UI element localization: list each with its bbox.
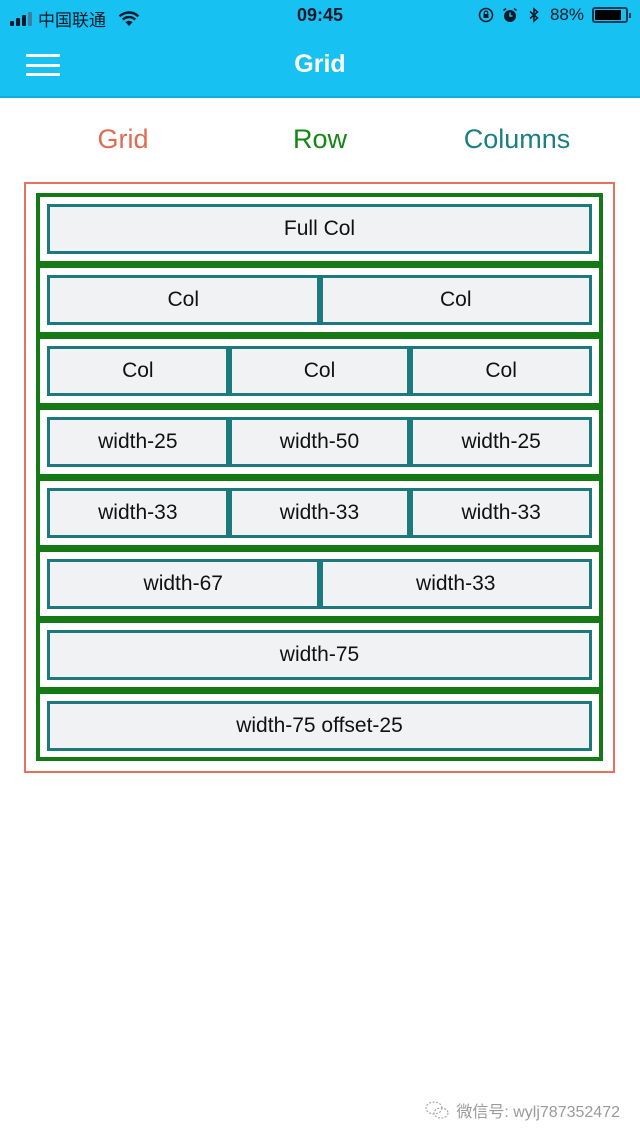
legend-grid: Grid <box>97 124 149 154</box>
navbar: Grid <box>0 34 640 96</box>
legend: Grid Row Columns <box>0 124 640 164</box>
orientation-lock-icon <box>478 7 494 23</box>
grid-column: Full Col <box>47 204 592 254</box>
grid-column: width-50 <box>228 417 411 467</box>
grid-column: width-33 <box>319 559 592 609</box>
grid-column: Col <box>228 346 411 396</box>
battery-level <box>595 10 622 20</box>
status-bar: 中国联通 09:45 88% <box>0 0 640 34</box>
grid-container: Full Col Col Col Col Col Col width-25 wi… <box>24 182 615 773</box>
grid-column: width-67 <box>47 559 320 609</box>
grid-column: width-33 <box>228 488 411 538</box>
grid-column: width-75 offset-25 <box>47 701 592 751</box>
grid-column: width-33 <box>410 488 592 538</box>
grid-column: Col <box>47 346 229 396</box>
grid-row: Col Col Col <box>36 335 603 406</box>
grid-column: width-75 <box>47 630 592 680</box>
legend-row: Row <box>292 124 347 154</box>
grid-column: Col <box>410 346 592 396</box>
grid-row: width-33 width-33 width-33 <box>36 477 603 548</box>
watermark: 微信号: wylj787352472 <box>424 1098 620 1122</box>
battery-percent: 88% <box>549 5 584 24</box>
page-title: Grid <box>294 50 346 78</box>
top-bar: 中国联通 09:45 88% Grid <box>0 0 640 98</box>
grid-row: width-25 width-50 width-25 <box>36 406 603 477</box>
grid-column: width-25 <box>410 417 592 467</box>
legend-columns: Columns <box>463 124 571 154</box>
grid-column: Col <box>47 275 320 325</box>
status-right: 88% <box>478 5 631 25</box>
grid-row: Full Col <box>36 193 603 264</box>
watermark-text: 微信号: wylj787352472 <box>456 1104 620 1121</box>
grid-row: Col Col <box>36 264 603 335</box>
grid-column: width-33 <box>47 488 229 538</box>
grid-row: width-75 <box>36 619 603 690</box>
grid-row: width-67 width-33 <box>36 548 603 619</box>
grid-column: width-25 <box>47 417 229 467</box>
grid-column: Col <box>319 275 592 325</box>
alarm-icon <box>502 7 517 22</box>
grid-row: width-75 offset-25 <box>36 690 603 761</box>
wechat-icon <box>425 1101 449 1119</box>
bluetooth-icon <box>529 7 539 23</box>
battery-icon <box>592 7 631 23</box>
